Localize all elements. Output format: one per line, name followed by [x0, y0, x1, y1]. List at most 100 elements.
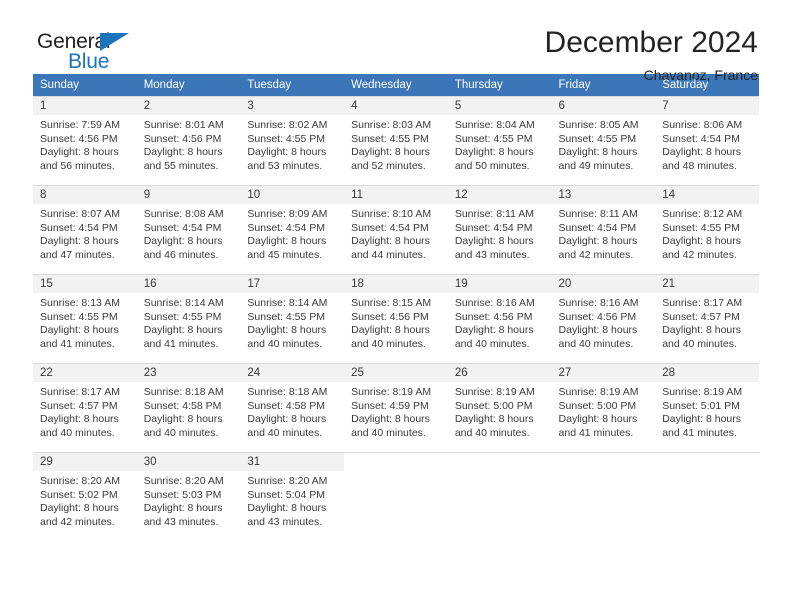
- daylight-text-line1: Daylight: 8 hours: [351, 146, 430, 159]
- calendar-day-cell[interactable]: 9 Sunrise: 8:08 AM Sunset: 4:54 PM Dayli…: [136, 185, 241, 274]
- calendar-day-cell[interactable]: 18 Sunrise: 8:15 AM Sunset: 4:56 PM Dayl…: [344, 274, 448, 363]
- daylight-text-line2: and 40 minutes.: [454, 426, 530, 439]
- calendar-day-cell[interactable]: 26 Sunrise: 8:19 AM Sunset: 5:00 PM Dayl…: [447, 363, 552, 452]
- daylight-text-line2: and 47 minutes.: [40, 248, 115, 261]
- daylight-text-line1: Daylight: 8 hours: [143, 235, 223, 248]
- sunset-text: Sunset: 4:56 PM: [40, 132, 118, 145]
- day-details: Sunrise: 8:20 AM Sunset: 5:04 PM Dayligh…: [240, 471, 344, 529]
- day-number: 25: [344, 364, 448, 382]
- daylight-text-line2: and 55 minutes.: [143, 159, 219, 172]
- day-number: 5: [447, 97, 552, 115]
- page-header: General Blue December 2024 Chavanoz, Fra…: [33, 0, 759, 83]
- day-number: 21: [655, 275, 759, 293]
- daylight-text-line1: Daylight: 8 hours: [351, 413, 430, 426]
- calendar-day-cell[interactable]: 27 Sunrise: 8:19 AM Sunset: 5:00 PM Dayl…: [551, 363, 656, 452]
- daylight-text-line1: Daylight: 8 hours: [351, 324, 430, 337]
- sunset-text: Sunset: 5:00 PM: [558, 399, 637, 412]
- sunrise-text: Sunrise: 8:13 AM: [40, 297, 120, 309]
- day-number: 28: [655, 364, 759, 382]
- day-number: 7: [655, 97, 759, 115]
- calendar-day-cell[interactable]: 8 Sunrise: 8:07 AM Sunset: 4:54 PM Dayli…: [33, 185, 137, 274]
- day-details: Sunrise: 8:20 AM Sunset: 5:02 PM Dayligh…: [33, 471, 137, 529]
- sunrise-text: Sunrise: 8:19 AM: [351, 386, 432, 398]
- sunrise-text: Sunrise: 8:17 AM: [40, 386, 120, 398]
- sunrise-text: Sunrise: 8:02 AM: [247, 119, 328, 131]
- day-details: Sunrise: 8:04 AM Sunset: 4:55 PM Dayligh…: [448, 115, 552, 173]
- calendar-day-cell[interactable]: 4 Sunrise: 8:03 AM Sunset: 4:55 PM Dayli…: [344, 96, 448, 185]
- sunrise-text: Sunrise: 8:04 AM: [454, 119, 535, 131]
- day-details: Sunrise: 8:09 AM Sunset: 4:54 PM Dayligh…: [240, 204, 344, 262]
- calendar-day-cell[interactable]: 14 Sunrise: 8:12 AM Sunset: 4:55 PM Dayl…: [655, 185, 759, 274]
- sunset-text: Sunset: 4:55 PM: [143, 310, 222, 323]
- sunset-text: Sunset: 4:55 PM: [662, 221, 740, 234]
- sunrise-text: Sunrise: 8:03 AM: [351, 119, 432, 131]
- brand-logo[interactable]: General Blue: [37, 26, 157, 78]
- calendar-day-cell[interactable]: 17 Sunrise: 8:14 AM Sunset: 4:55 PM Dayl…: [240, 274, 345, 363]
- sunrise-sunset-calendar: Sunday Monday Tuesday Wednesday Thursday…: [33, 74, 759, 541]
- sunset-text: Sunset: 4:58 PM: [247, 399, 326, 412]
- sunset-text: Sunset: 4:55 PM: [247, 310, 326, 323]
- calendar-day-cell[interactable]: 12 Sunrise: 8:11 AM Sunset: 4:54 PM Dayl…: [447, 185, 552, 274]
- calendar-day-cell[interactable]: 22 Sunrise: 8:17 AM Sunset: 4:57 PM Dayl…: [33, 363, 137, 452]
- calendar-day-cell[interactable]: 28 Sunrise: 8:19 AM Sunset: 5:01 PM Dayl…: [655, 363, 759, 452]
- sunset-text: Sunset: 4:55 PM: [247, 132, 326, 145]
- sunset-text: Sunset: 4:56 PM: [351, 310, 429, 323]
- sunset-text: Sunset: 4:54 PM: [558, 221, 637, 234]
- sunset-text: Sunset: 4:54 PM: [454, 221, 533, 234]
- calendar-day-cell[interactable]: 1 Sunrise: 7:59 AM Sunset: 4:56 PM Dayli…: [33, 96, 137, 185]
- day-number: 14: [655, 186, 759, 204]
- daylight-text-line2: and 46 minutes.: [143, 248, 219, 261]
- calendar-day-cell[interactable]: 15 Sunrise: 8:13 AM Sunset: 4:55 PM Dayl…: [33, 274, 137, 363]
- sunset-text: Sunset: 4:59 PM: [351, 399, 429, 412]
- calendar-day-cell[interactable]: 20 Sunrise: 8:16 AM Sunset: 4:56 PM Dayl…: [551, 274, 656, 363]
- day-number: 31: [240, 453, 345, 471]
- daylight-text-line2: and 44 minutes.: [351, 248, 426, 261]
- day-details: Sunrise: 8:11 AM Sunset: 4:54 PM Dayligh…: [448, 204, 552, 262]
- calendar-day-cell[interactable]: 16 Sunrise: 8:14 AM Sunset: 4:55 PM Dayl…: [136, 274, 241, 363]
- daylight-text-line2: and 41 minutes.: [558, 426, 634, 439]
- calendar-day-cell[interactable]: 7 Sunrise: 8:06 AM Sunset: 4:54 PM Dayli…: [655, 96, 759, 185]
- daylight-text-line2: and 43 minutes.: [454, 248, 530, 261]
- sunrise-text: Sunrise: 8:11 AM: [454, 208, 534, 220]
- calendar-page: General Blue December 2024 Chavanoz, Fra…: [0, 0, 792, 612]
- calendar-day-cell[interactable]: 11 Sunrise: 8:10 AM Sunset: 4:54 PM Dayl…: [344, 185, 448, 274]
- sunrise-text: Sunrise: 8:20 AM: [40, 475, 120, 487]
- sunrise-text: Sunrise: 8:15 AM: [351, 297, 432, 309]
- calendar-day-cell[interactable]: 5 Sunrise: 8:04 AM Sunset: 4:55 PM Dayli…: [447, 96, 552, 185]
- daylight-text-line1: Daylight: 8 hours: [143, 146, 223, 159]
- calendar-day-cell[interactable]: 24 Sunrise: 8:18 AM Sunset: 4:58 PM Dayl…: [240, 363, 345, 452]
- day-details: Sunrise: 8:19 AM Sunset: 5:00 PM Dayligh…: [448, 382, 552, 440]
- sunrise-text: Sunrise: 8:16 AM: [454, 297, 535, 309]
- daylight-text-line1: Daylight: 8 hours: [247, 413, 327, 426]
- daylight-text-line1: Daylight: 8 hours: [662, 413, 742, 426]
- calendar-day-cell[interactable]: 13 Sunrise: 8:11 AM Sunset: 4:54 PM Dayl…: [551, 185, 656, 274]
- day-details: Sunrise: 8:16 AM Sunset: 4:56 PM Dayligh…: [448, 293, 552, 351]
- calendar-day-cell[interactable]: 2 Sunrise: 8:01 AM Sunset: 4:56 PM Dayli…: [136, 96, 241, 185]
- day-number: 19: [447, 275, 552, 293]
- day-details: Sunrise: 8:14 AM Sunset: 4:55 PM Dayligh…: [240, 293, 344, 351]
- calendar-day-cell[interactable]: 29 Sunrise: 8:20 AM Sunset: 5:02 PM Dayl…: [33, 452, 137, 541]
- day-details: Sunrise: 8:03 AM Sunset: 4:55 PM Dayligh…: [344, 115, 448, 173]
- sunset-text: Sunset: 5:03 PM: [143, 488, 222, 501]
- day-details: Sunrise: 8:17 AM Sunset: 4:57 PM Dayligh…: [33, 382, 137, 440]
- day-number: [551, 453, 656, 471]
- day-details: Sunrise: 7:59 AM Sunset: 4:56 PM Dayligh…: [33, 115, 137, 173]
- calendar-day-cell[interactable]: 21 Sunrise: 8:17 AM Sunset: 4:57 PM Dayl…: [655, 274, 759, 363]
- calendar-day-cell[interactable]: 10 Sunrise: 8:09 AM Sunset: 4:54 PM Dayl…: [240, 185, 345, 274]
- calendar-day-cell[interactable]: 30 Sunrise: 8:20 AM Sunset: 5:03 PM Dayl…: [136, 452, 241, 541]
- sunrise-text: Sunrise: 8:14 AM: [143, 297, 224, 309]
- calendar-day-cell[interactable]: 3 Sunrise: 8:02 AM Sunset: 4:55 PM Dayli…: [240, 96, 345, 185]
- daylight-text-line2: and 41 minutes.: [662, 426, 737, 439]
- triangle-flag-icon: [100, 33, 129, 51]
- calendar-day-cell[interactable]: 25 Sunrise: 8:19 AM Sunset: 4:59 PM Dayl…: [344, 363, 448, 452]
- daylight-text-line1: Daylight: 8 hours: [662, 324, 742, 337]
- sunset-text: Sunset: 4:54 PM: [662, 132, 740, 145]
- calendar-day-cell[interactable]: 6 Sunrise: 8:05 AM Sunset: 4:55 PM Dayli…: [551, 96, 656, 185]
- calendar-day-cell[interactable]: 31 Sunrise: 8:20 AM Sunset: 5:04 PM Dayl…: [240, 452, 345, 541]
- daylight-text-line2: and 40 minutes.: [662, 337, 737, 350]
- day-details: Sunrise: 8:17 AM Sunset: 4:57 PM Dayligh…: [655, 293, 759, 351]
- day-details: Sunrise: 8:15 AM Sunset: 4:56 PM Dayligh…: [344, 293, 448, 351]
- calendar-day-cell[interactable]: 19 Sunrise: 8:16 AM Sunset: 4:56 PM Dayl…: [447, 274, 552, 363]
- daylight-text-line1: Daylight: 8 hours: [40, 502, 119, 515]
- calendar-day-cell[interactable]: 23 Sunrise: 8:18 AM Sunset: 4:58 PM Dayl…: [136, 363, 241, 452]
